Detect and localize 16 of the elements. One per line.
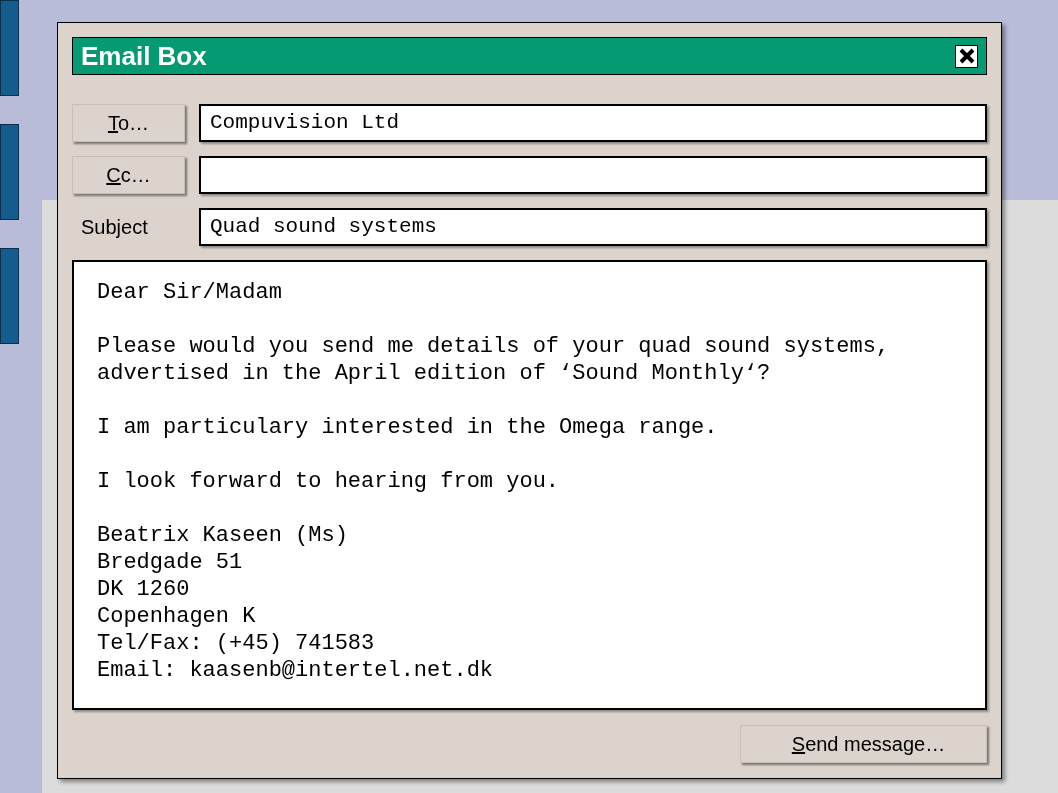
field-label: Subject	[80, 215, 149, 240]
message-body-field[interactable]	[72, 260, 987, 710]
message-paragraph: I am particulary interested in the Omega range.	[97, 414, 719, 441]
close-icon	[958, 48, 975, 64]
message-paragraph: Dear Sir/Madam	[97, 279, 283, 306]
address-button[interactable]: To…	[72, 104, 185, 142]
message-paragraph: Please would you send me details of your quad sound systems, advertised in the April edition of ‘Sound Monthly‘?	[97, 333, 891, 387]
message-paragraph: Beatrix Kaseen (Ms) Bredgade 51 DK 1260 Copenhagen K Tel/Fax: (+45) 741583 Email: kaasenb@intertel.net.dk	[97, 522, 495, 684]
input-field[interactable]: Compuvision Ltd	[199, 104, 987, 142]
input-field[interactable]: Quad sound systems	[199, 208, 987, 246]
input-field[interactable]	[199, 156, 987, 194]
send-message-button[interactable]: Send message…	[740, 725, 987, 763]
close-button[interactable]	[955, 44, 978, 68]
window-title: Email Box	[81, 39, 207, 73]
address-button[interactable]: Cc…	[72, 156, 185, 194]
message-paragraph: I look forward to hearing from you.	[97, 468, 561, 495]
